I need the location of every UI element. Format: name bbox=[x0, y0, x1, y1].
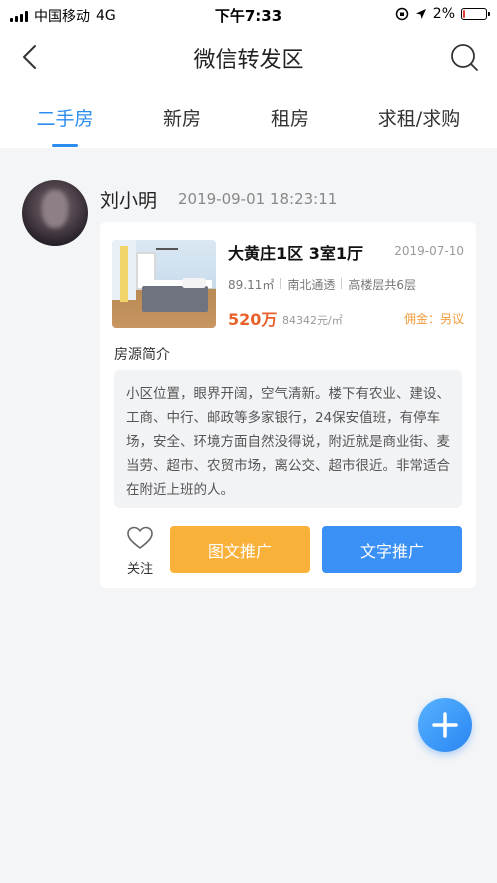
page-title: 微信转发区 bbox=[193, 48, 304, 73]
listing-unit-price: 84342元/㎡ bbox=[282, 314, 343, 327]
battery-percent: 2% bbox=[432, 6, 455, 22]
follow-button[interactable]: 关注 bbox=[120, 526, 160, 577]
room-bed bbox=[142, 286, 208, 312]
meta-divider bbox=[341, 278, 343, 289]
listing-area: 89.11㎡ bbox=[228, 278, 275, 292]
post-time: 2019-09-01 18:23:11 bbox=[178, 190, 338, 208]
meta-divider bbox=[280, 278, 282, 289]
status-right: 2% bbox=[395, 6, 490, 22]
intro-title: 房源简介 bbox=[114, 347, 170, 363]
username[interactable]: 刘小明 bbox=[100, 186, 157, 213]
intro-text: 小区位置，眼界开阔，空气清新。楼下有农业、建设、工商、中行、邮政等多家银行，24… bbox=[114, 370, 462, 508]
listing-meta: 89.11㎡ 南北通透 高楼层共6层 bbox=[228, 276, 416, 293]
listing-title[interactable]: 大黄庄1区 3室1厅 bbox=[228, 240, 363, 264]
listing-orientation: 南北通透 bbox=[287, 278, 336, 292]
rotation-lock-icon bbox=[395, 7, 409, 21]
tab-wanted[interactable]: 求租/求购 bbox=[372, 104, 466, 131]
room-lamp bbox=[156, 242, 178, 250]
battery-fill bbox=[463, 10, 465, 18]
listing-date: 2019-07-10 bbox=[394, 244, 464, 258]
heart-icon bbox=[127, 526, 153, 549]
listing-floor: 高楼层共6层 bbox=[348, 278, 417, 292]
image-promo-button[interactable]: 图文推广 bbox=[170, 526, 310, 573]
avatar[interactable] bbox=[22, 180, 88, 246]
listing-price: 520万 bbox=[228, 310, 278, 329]
listing-image[interactable] bbox=[112, 240, 216, 328]
tab-new-house[interactable]: 新房 bbox=[160, 104, 204, 131]
category-tabs: 二手房 新房 租房 求租/求购 bbox=[0, 84, 497, 148]
location-icon bbox=[415, 9, 426, 19]
avatar-face bbox=[42, 190, 68, 228]
search-button[interactable] bbox=[447, 40, 481, 74]
battery-icon bbox=[461, 8, 490, 20]
status-bar: 中国移动 4G 下午7:33 2% bbox=[0, 0, 497, 30]
plus-icon bbox=[432, 712, 458, 738]
tab-active-indicator bbox=[52, 144, 78, 147]
text-promo-button[interactable]: 文字推广 bbox=[322, 526, 462, 573]
listing-card: 大黄庄1区 3室1厅 2019-07-10 89.11㎡ 南北通透 高楼层共6层… bbox=[100, 222, 476, 588]
search-icon bbox=[451, 44, 478, 71]
nav-bar: 微信转发区 bbox=[0, 30, 497, 84]
room-curtain bbox=[120, 246, 128, 302]
tab-rent[interactable]: 租房 bbox=[268, 104, 312, 131]
listing-commission: 佣金：另议 bbox=[403, 312, 464, 326]
room-pillow bbox=[182, 278, 206, 288]
follow-label: 关注 bbox=[126, 562, 153, 577]
add-button[interactable] bbox=[418, 698, 472, 752]
tab-second-hand[interactable]: 二手房 bbox=[34, 104, 96, 131]
